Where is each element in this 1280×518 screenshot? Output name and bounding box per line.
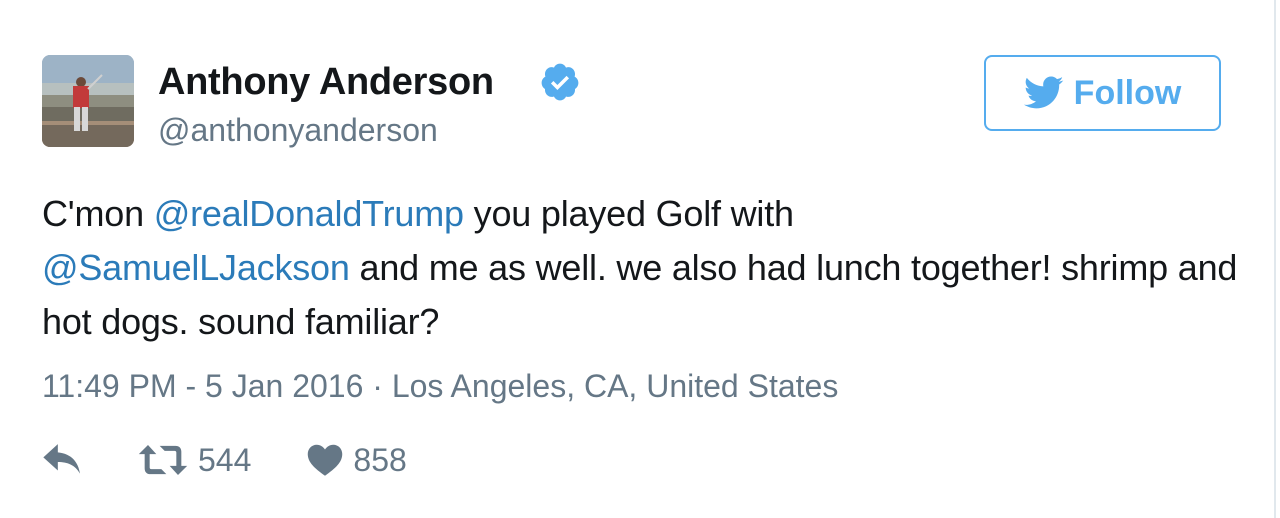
reply-button[interactable] <box>42 443 82 477</box>
reply-icon <box>43 444 80 474</box>
user-handle[interactable]: @anthonyanderson <box>158 108 438 152</box>
like-button[interactable]: 858 <box>307 441 407 479</box>
mention-link-realdonaldtrump[interactable]: @realDonaldTrump <box>154 193 464 234</box>
tweet-card: Anthony Anderson @anthonyanderson Follow… <box>0 0 1276 518</box>
verified-badge-icon <box>541 63 579 101</box>
tweet-text-segment: you played Golf with <box>463 193 794 234</box>
twitter-bird-icon <box>1023 76 1064 109</box>
follow-label: Follow <box>1073 73 1182 112</box>
tweet-text-segment: C'mon <box>42 193 154 234</box>
tweet-text: C'mon @realDonaldTrump you played Golf w… <box>42 187 1242 349</box>
like-count: 858 <box>353 441 407 478</box>
avatar-image <box>42 55 134 147</box>
display-name[interactable]: Anthony Anderson <box>158 58 494 106</box>
avatar[interactable] <box>42 55 134 147</box>
mention-link-samuelljackson[interactable]: @SamuelLJackson <box>42 247 350 288</box>
retweet-button[interactable]: 544 <box>138 442 251 479</box>
tweet-timestamp-location[interactable]: 11:49 PM - 5 Jan 2016 · Los Angeles, CA,… <box>42 364 838 408</box>
heart-icon <box>308 444 343 476</box>
retweet-icon <box>138 445 188 475</box>
follow-button[interactable]: Follow <box>984 55 1221 131</box>
retweet-count: 544 <box>198 441 252 478</box>
tweet-actions: 544 858 <box>42 440 407 480</box>
